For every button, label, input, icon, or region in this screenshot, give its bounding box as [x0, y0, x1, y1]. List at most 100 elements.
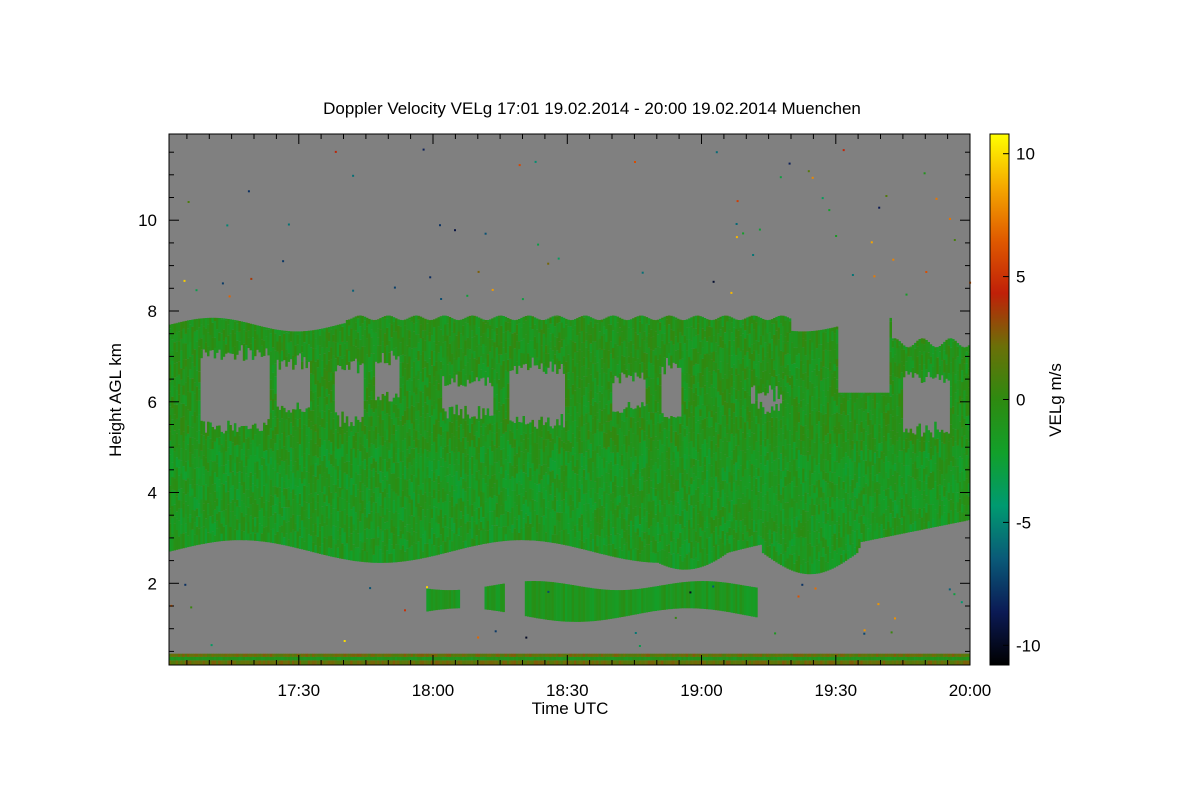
velocity-cell-4231 — [717, 423, 720, 435]
velocity-cell-4780 — [779, 378, 783, 387]
velocity-cell-2179 — [464, 317, 467, 323]
velocity-cell-2294 — [482, 478, 485, 493]
velocity-cell-2942 — [571, 359, 575, 373]
velocity-cell-1469 — [381, 508, 385, 518]
velocity-cell-1519 — [388, 539, 391, 554]
velocity-cell-3715 — [659, 373, 662, 386]
velocity-cell-2624 — [527, 452, 530, 463]
velocity-cell-2914 — [569, 461, 572, 479]
velocity-cell-2458 — [502, 419, 505, 434]
velocity-cell-897 — [307, 518, 311, 535]
velocity-cell-2243 — [473, 325, 476, 337]
velocity-cell-3742 — [663, 533, 666, 551]
velocity-cell-4132 — [706, 341, 709, 354]
velocity-cell-67 — [175, 376, 179, 391]
velocity-cell-4545 — [753, 531, 756, 547]
velocity-cell-1000 — [318, 372, 322, 383]
velocity-cell-1790 — [419, 456, 423, 472]
velocity-cell-2874 — [565, 476, 568, 492]
velocity-cell-4530 — [750, 490, 754, 508]
velocity-cell-2521 — [511, 490, 514, 508]
velocity-cell-2240 — [473, 358, 476, 369]
velocity-cell-2699 — [538, 319, 541, 333]
velocity-cell-3818 — [672, 461, 675, 471]
velocity-cell-3749 — [663, 428, 666, 446]
velocity-cell-2044 — [448, 517, 452, 529]
velocity-cell-2324 — [486, 521, 490, 531]
velocity-cell-3966 — [690, 484, 693, 496]
velocity-cell-1654 — [403, 319, 407, 326]
velocity-cell-3930 — [685, 408, 689, 427]
velocity-cell-2051 — [448, 421, 452, 439]
velocity-cell-64 — [175, 418, 179, 434]
velocity-cell-4757 — [777, 410, 781, 421]
velocity-cell-544 — [249, 325, 252, 344]
velocity-cell-2242 — [473, 336, 476, 352]
velocity-cell-3533 — [638, 321, 642, 333]
velocity-cell-200 — [191, 362, 194, 379]
velocity-cell-3885 — [681, 458, 684, 473]
velocity-cell-990 — [318, 491, 322, 509]
velocity-cell-3389 — [621, 590, 624, 617]
velocity-cell-3874 — [679, 342, 682, 360]
velocity-cell-3486 — [634, 492, 637, 507]
velocity-cell-4669 — [766, 333, 769, 346]
velocity-cell-2798 — [553, 443, 557, 462]
velocity-cell-3041 — [582, 357, 586, 366]
velocity-cell-4002 — [692, 348, 696, 366]
velocity-cell-4384 — [732, 364, 736, 382]
velocity-cell-499 — [242, 503, 246, 517]
velocity-cell-366 — [218, 486, 221, 500]
velocity-cell-4356 — [730, 433, 734, 452]
velocity-cell-1096 — [330, 347, 333, 360]
velocity-cell-655 — [269, 367, 273, 380]
velocity-cell-1853 — [426, 396, 429, 405]
velocity-cell-3258 — [607, 519, 610, 537]
velocity-cell-4801 — [782, 379, 785, 391]
velocity-cell-3721 — [659, 318, 662, 323]
velocity-cell-891 — [305, 408, 308, 426]
velocity-cell-1532 — [388, 340, 391, 353]
velocity-cell-548 — [251, 503, 255, 519]
velocity-cell-3472 — [632, 447, 635, 462]
velocity-cell-1438 — [377, 447, 380, 464]
velocity-cell-2258 — [475, 316, 478, 335]
velocity-cell-4072 — [699, 581, 702, 609]
velocity-cell-2446 — [500, 342, 503, 355]
velocity-cell-2304 — [482, 321, 485, 334]
velocity-cell-1804 — [421, 527, 425, 535]
velocity-cell-3938 — [685, 319, 689, 328]
velocity-cell-1258 — [354, 330, 358, 339]
velocity-cell-597 — [260, 496, 264, 509]
velocity-cell-3415 — [625, 469, 628, 479]
velocity-cell-1898 — [430, 325, 434, 336]
velocity-cell-1662 — [406, 480, 409, 489]
velocity-cell-1214 — [348, 426, 351, 437]
velocity-cell-3667 — [654, 436, 657, 448]
velocity-cell-4225 — [717, 491, 720, 499]
velocity-cell-2093 — [453, 319, 456, 323]
velocity-cell-4304 — [726, 539, 729, 554]
velocity-cell-2218 — [471, 440, 474, 457]
velocity-cell-2456 — [502, 448, 505, 465]
velocity-cell-1315 — [363, 508, 367, 517]
velocity-cell-2578 — [520, 493, 523, 511]
velocity-cell-1709 — [410, 423, 414, 437]
velocity-cell-3011 — [580, 466, 584, 477]
velocity-cell-1580 — [395, 347, 398, 360]
velocity-cell-4215 — [714, 342, 718, 352]
velocity-cell-632 — [267, 493, 270, 502]
velocity-cell-3522 — [638, 490, 642, 508]
velocity-cell-4059 — [699, 448, 702, 467]
velocity-cell-2011 — [444, 476, 447, 492]
velocity-cell-4817 — [784, 468, 787, 477]
velocity-cell-1036 — [323, 368, 326, 380]
velocity-cell-3090 — [589, 541, 593, 552]
velocity-cell-436 — [229, 319, 232, 334]
velocity-cell-3664 — [654, 472, 657, 489]
velocity-cell-4843 — [786, 403, 789, 419]
velocity-cell-3372 — [621, 550, 624, 559]
velocity-cell-4613 — [759, 401, 763, 419]
velocity-cell-1470 — [381, 492, 385, 509]
velocity-cell-1105 — [332, 450, 335, 467]
